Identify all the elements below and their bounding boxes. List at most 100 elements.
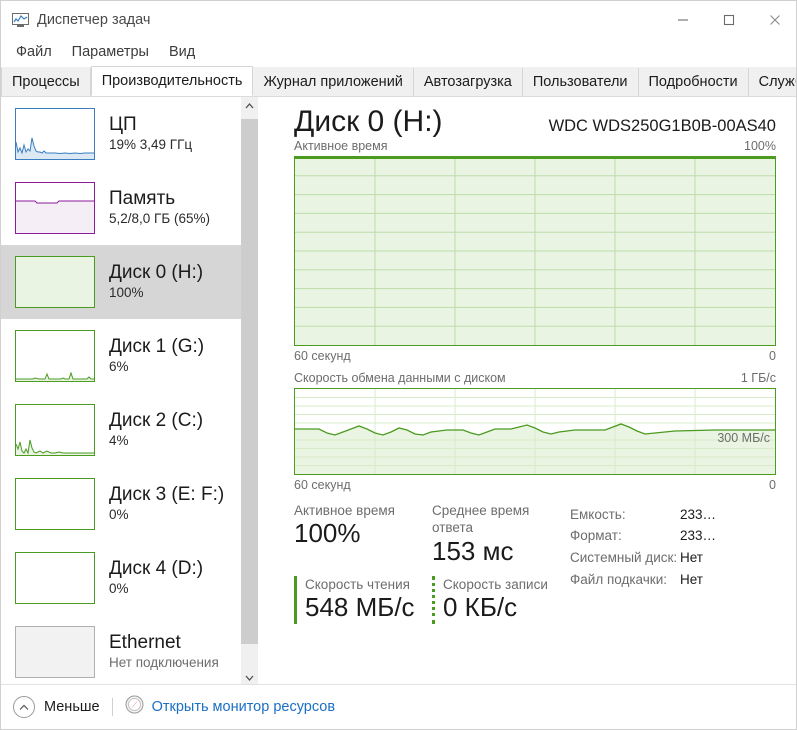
ethernet-thumbnail-graph [15,626,95,678]
stats-row-secondary: Скорость чтения 548 МБ/с Скорость записи… [294,575,570,624]
menu-item-file[interactable]: Файл [7,42,61,62]
detail-pagefile-value: Нет [680,572,703,588]
transfer-rate-inline-label: 300 МБ/с [717,430,770,445]
tab-strip: Процессы Производительность Журнал прило… [1,66,796,97]
tab-services[interactable]: Службы [748,68,796,96]
sidebar-item-cpu[interactable]: ЦП 19% 3,49 ГГц [1,97,241,171]
transfer-rate-caption-right: 1 ГБ/с [740,370,776,385]
scrollbar-thumb[interactable] [241,119,258,644]
sidebar-item-disk-4-sub: 0% [109,580,129,596]
stat-read-speed: Скорость чтения 548 МБ/с [294,575,432,624]
sidebar-item-disk-2-sub: 4% [109,432,129,448]
active-time-caption: Активное время 100% [294,139,776,153]
active-time-caption-left: Активное время [294,138,388,153]
disk1-text: Диск 1 (G:) 6% [109,336,204,375]
disk3-thumbnail-graph [15,478,95,530]
sidebar-item-disk-1[interactable]: Диск 1 (G:) 6% [1,319,241,393]
active-time-plot [295,156,775,345]
cpu-thumbnail-graph [15,108,95,160]
tab-startup[interactable]: Автозагрузка [413,68,523,96]
disk2-text: Диск 2 (C:) 4% [109,410,203,449]
transfer-rate-chart-block: Скорость обмена данными с диском 1 ГБ/с [266,371,796,492]
disk0-text: Диск 0 (H:) 100% [109,262,203,301]
page-title: Диск 0 (H:) [294,105,443,138]
disk1-thumbnail-graph [15,330,95,382]
sidebar-item-memory-sub: 5,2/8,0 ГБ (65%) [109,210,210,226]
memory-thumbnail-graph [15,182,95,234]
sidebar-item-disk-0-title: Диск 0 (H:) [109,262,204,284]
menu-item-view[interactable]: Вид [160,42,204,62]
active-time-footer: 60 секунд 0 [294,349,776,363]
tab-details[interactable]: Подробности [638,68,749,96]
stat-avg-response: Среднее время ответа 153 мс [432,502,570,567]
stat-active-time-label: Активное время [294,502,395,518]
detail-capacity-key: Емкость: [570,506,626,522]
active-time-graph[interactable] [294,155,776,346]
transfer-rate-foot-right: 0 [769,477,776,492]
cpu-text: ЦП 19% 3,49 ГГц [109,114,192,153]
sidebar-item-memory[interactable]: Память 5,2/8,0 ГБ (65%) [1,171,241,245]
sidebar-scrollbar[interactable] [241,97,258,686]
ethernet-text: Ethernet Нет подключения [109,632,219,671]
sidebar-item-memory-title: Память [109,188,176,210]
stat-write-speed-value: 0 КБ/с [443,592,518,623]
tab-app-history[interactable]: Журнал приложений [253,68,414,96]
panel-header: Диск 0 (H:) WDC WDS250G1B0B-00AS40 [266,97,796,139]
disk-stats-right: Емкость: 233… Формат: 233… Системный дис… [570,502,778,624]
sidebar-item-disk-4[interactable]: Диск 4 (D:) 0% [1,541,241,615]
sidebar-item-disk-2[interactable]: Диск 2 (C:) 4% [1,393,241,467]
stat-avg-response-label: Среднее время ответа [432,502,530,536]
sidebar-item-disk-1-title: Диск 1 (G:) [109,336,205,358]
tab-users[interactable]: Пользователи [522,68,639,96]
content-area: ЦП 19% 3,49 ГГц Память 5,2/8,0 ГБ (65%) [1,97,796,686]
disk2-thumbnail-graph [15,404,95,456]
transfer-rate-graph[interactable]: 300 МБ/с [294,387,776,475]
detail-pagefile: Файл подкачки: Нет [570,569,778,591]
transfer-rate-caption: Скорость обмена данными с диском 1 ГБ/с [294,371,776,385]
minimize-button[interactable] [660,1,706,39]
disk-stats: Активное время 100% Среднее время ответа… [266,492,796,624]
sidebar-item-ethernet[interactable]: Ethernet Нет подключения [1,615,241,686]
status-bar: Меньше Открыть монитор ресурсов [1,684,796,729]
fewer-details-label: Меньше [44,699,100,715]
sidebar-item-ethernet-title: Ethernet [109,632,181,654]
menu-item-options[interactable]: Параметры [63,42,158,62]
status-separator [111,698,113,716]
fewer-details-button[interactable]: Меньше [13,696,100,718]
disk0-thumbnail-graph [15,256,95,308]
disk4-thumbnail-graph [15,552,95,604]
tab-performance[interactable]: Производительность [90,66,254,96]
scroll-up-arrow-icon[interactable] [241,97,258,114]
tab-processes[interactable]: Процессы [1,68,91,96]
disk4-text: Диск 4 (D:) 0% [109,558,203,597]
chevron-up-circle-icon [13,696,35,718]
title-bar: Диспетчер задач [1,1,796,39]
sidebar-item-disk-3-sub: 0% [109,506,129,522]
stats-row-primary: Активное время 100% Среднее время ответа… [294,502,570,567]
sidebar-item-cpu-title: ЦП [109,114,137,136]
stat-avg-response-value: 153 мс [432,535,514,566]
stat-write-speed-label: Скорость записи [443,576,548,592]
task-manager-icon [11,11,29,29]
disk-model-label: WDC WDS250G1B0B-00AS40 [548,117,776,135]
task-manager-window: Диспетчер задач Файл Параметры Вид Проце… [0,0,797,730]
open-resource-monitor-link[interactable]: Открыть монитор ресурсов [125,695,335,719]
transfer-rate-footer: 60 секунд 0 [294,478,776,492]
performance-sidebar[interactable]: ЦП 19% 3,49 ГГц Память 5,2/8,0 ГБ (65%) [1,97,241,686]
disk-stats-left: Активное время 100% Среднее время ответа… [294,502,570,624]
detail-pagefile-key: Файл подкачки: [570,572,667,588]
sidebar-item-disk-3[interactable]: Диск 3 (E: F:) 0% [1,467,241,541]
memory-text: Память 5,2/8,0 ГБ (65%) [109,188,210,227]
maximize-button[interactable] [706,1,752,39]
menu-bar: Файл Параметры Вид [1,39,796,65]
close-button[interactable] [752,1,796,39]
sidebar-item-cpu-sub: 19% 3,49 ГГц [109,136,193,152]
detail-system-disk: Системный диск: Нет [570,547,778,569]
sidebar-item-disk-0[interactable]: Диск 0 (H:) 100% [1,245,241,319]
active-time-foot-left: 60 секунд [294,348,351,363]
transfer-rate-caption-left: Скорость обмена данными с диском [294,370,506,385]
detail-capacity: Емкость: 233… [570,504,778,526]
sidebar-item-disk-3-title: Диск 3 (E: F:) [109,484,225,506]
stat-write-speed: Скорость записи 0 КБ/с [432,575,570,624]
disk-detail-panel: Диск 0 (H:) WDC WDS250G1B0B-00AS40 Актив… [266,97,796,686]
